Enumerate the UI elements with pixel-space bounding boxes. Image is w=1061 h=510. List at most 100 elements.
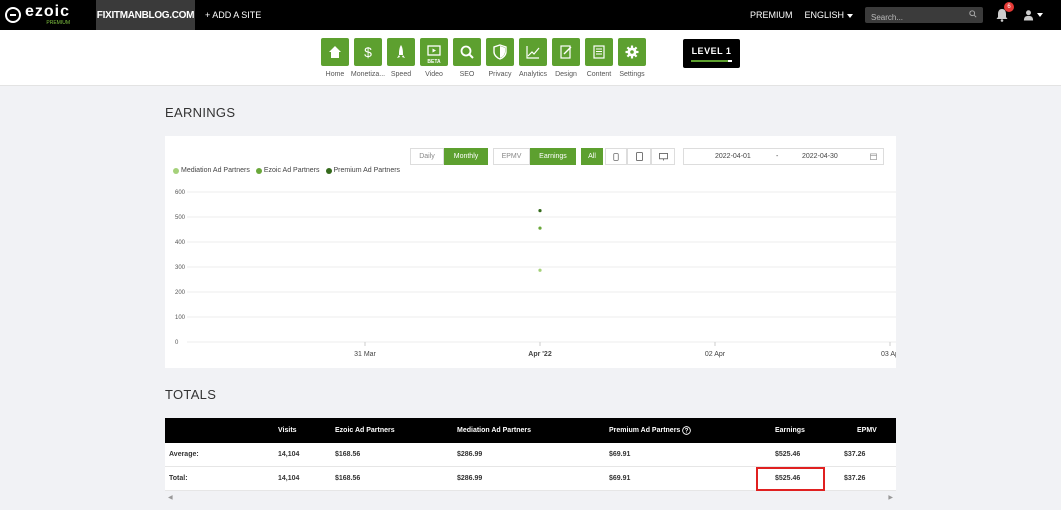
level-badge[interactable]: LEVEL 1 — [683, 39, 740, 68]
y-tick-label: 0 — [175, 340, 179, 346]
nav-label: Content — [586, 71, 612, 78]
column-header: Visits — [278, 427, 297, 434]
user-icon — [1023, 10, 1034, 21]
nav-label: Monetiza... — [350, 71, 386, 78]
data-point — [538, 209, 542, 213]
table-row: Average: 14,104 $168.56 $286.99 $69.91 $… — [165, 443, 896, 467]
logo-sub: PREMIUM — [46, 20, 71, 26]
table-cell: $168.56 — [335, 475, 361, 482]
level-progress-bar — [691, 60, 732, 62]
nav-label: Privacy — [488, 71, 512, 78]
table-cell: $37.26 — [844, 451, 866, 458]
nav-label: Analytics — [519, 71, 548, 78]
svg-text:?: ? — [685, 428, 689, 435]
y-tick-label: 400 — [175, 240, 186, 246]
level-label: LEVEL 1 — [691, 46, 732, 56]
earnings-chart: 600 500 400 300 200 100 0 31 Mar Apr '22 02 Apr 03… — [175, 190, 896, 358]
logo-word: ezoic — [25, 3, 71, 20]
help-icon[interactable]: ? — [682, 426, 692, 435]
row-label: Average: — [169, 451, 199, 458]
y-tick-label: 600 — [175, 190, 186, 196]
nav-label: SEO — [459, 71, 475, 78]
user-menu[interactable] — [1023, 8, 1043, 22]
rocket-icon — [397, 45, 405, 58]
y-tick-label: 200 — [175, 290, 186, 296]
nav-label: Speed — [390, 71, 412, 78]
x-tick-label: 03 Ap — [881, 351, 896, 358]
logo-mark-icon — [5, 7, 21, 23]
column-header-label: Premium Ad Partners — [609, 427, 681, 434]
nav-speed[interactable]: Speed — [387, 38, 415, 78]
notifications-button[interactable]: 6 — [995, 2, 1014, 22]
earnings-card: Daily Monthly EPMV Earnings All 2022-04-… — [165, 136, 896, 368]
y-tick-label: 300 — [175, 265, 186, 271]
y-tick-label: 100 — [175, 315, 186, 321]
site-selector[interactable]: FIXITMANBLOG.COM — [96, 0, 195, 30]
video-icon — [427, 45, 441, 56]
nav-content[interactable]: Content — [585, 38, 613, 78]
totals-title: TOTALS — [165, 387, 217, 402]
table-cell: $286.99 — [457, 451, 483, 458]
main-nav: Home $ Monetiza... Speed BETA Video SEO … — [0, 30, 1061, 86]
nav-settings[interactable]: Settings — [618, 38, 646, 78]
table-header: Visits Ezoic Ad Partners Mediation Ad Pa… — [165, 418, 896, 443]
highlight-box — [756, 467, 825, 491]
design-icon — [560, 45, 572, 59]
x-tick-label: Apr '22 — [528, 351, 552, 358]
top-bar: ezoic PREMIUM FIXITMANBLOG.COM + ADD A S… — [0, 0, 1061, 30]
nav-label: Home — [325, 71, 345, 78]
shield-icon — [493, 44, 507, 60]
line-chart-icon — [526, 46, 540, 59]
nav-label: Video — [425, 71, 443, 78]
earnings-title: EARNINGS — [165, 105, 236, 120]
nav-label: Settings — [619, 71, 645, 78]
document-icon — [593, 45, 605, 59]
row-label: Total: — [169, 475, 188, 482]
level-progress-fill — [691, 60, 728, 62]
table-cell: $286.99 — [457, 475, 483, 482]
nav-video[interactable]: BETA Video — [420, 38, 448, 78]
nav-privacy[interactable]: Privacy — [486, 38, 514, 78]
premium-link[interactable]: PREMIUM — [750, 10, 793, 20]
nav-analytics[interactable]: Analytics — [519, 38, 547, 78]
scroll-right-icon[interactable]: ▶ — [888, 494, 893, 501]
search-icon[interactable] — [969, 10, 977, 18]
column-header: Mediation Ad Partners — [457, 427, 532, 434]
x-tick-label: 02 Apr — [705, 351, 726, 358]
column-header: Premium Ad Partners ? — [609, 418, 692, 443]
table-row: Total: 14,104 $168.56 $286.99 $69.91 $52… — [165, 467, 896, 491]
nav-monetization[interactable]: $ Monetiza... — [350, 38, 386, 78]
table-cell: $168.56 — [335, 451, 361, 458]
dollar-icon: $ — [364, 44, 372, 60]
chevron-down-icon — [847, 13, 853, 18]
y-tick-label: 500 — [175, 215, 186, 221]
search-box — [865, 7, 983, 26]
language-select[interactable]: ENGLISH — [804, 10, 853, 20]
magnifier-icon — [460, 45, 474, 59]
column-header: Earnings — [775, 427, 805, 434]
totals-table: Visits Ezoic Ad Partners Mediation Ad Pa… — [165, 418, 896, 491]
notification-badge: 6 — [1004, 2, 1014, 12]
x-tick-label: 31 Mar — [354, 351, 376, 358]
scroll-left-icon[interactable]: ◀ — [168, 494, 173, 501]
ezoic-logo[interactable]: ezoic PREMIUM — [0, 0, 96, 30]
nav-seo[interactable]: SEO — [453, 38, 481, 78]
column-header: EPMV — [857, 427, 877, 434]
table-cell: $525.46 — [775, 451, 801, 458]
horizontal-scrollbar[interactable]: ◀ ▶ — [165, 493, 896, 501]
table-cell: 14,104 — [278, 475, 300, 482]
data-point — [538, 268, 542, 272]
beta-badge: BETA — [427, 59, 441, 65]
search-input[interactable] — [865, 9, 983, 26]
table-cell: 14,104 — [278, 451, 300, 458]
nav-design[interactable]: Design — [552, 38, 580, 78]
nav-home[interactable]: Home — [321, 38, 349, 78]
chevron-down-icon — [1037, 13, 1043, 17]
column-header: Ezoic Ad Partners — [335, 427, 395, 434]
language-label: ENGLISH — [804, 10, 844, 20]
nav-label: Design — [555, 71, 577, 78]
data-point — [538, 226, 542, 230]
svg-text:$: $ — [364, 44, 372, 60]
home-icon — [329, 46, 341, 58]
add-site-link[interactable]: + ADD A SITE — [205, 10, 261, 20]
